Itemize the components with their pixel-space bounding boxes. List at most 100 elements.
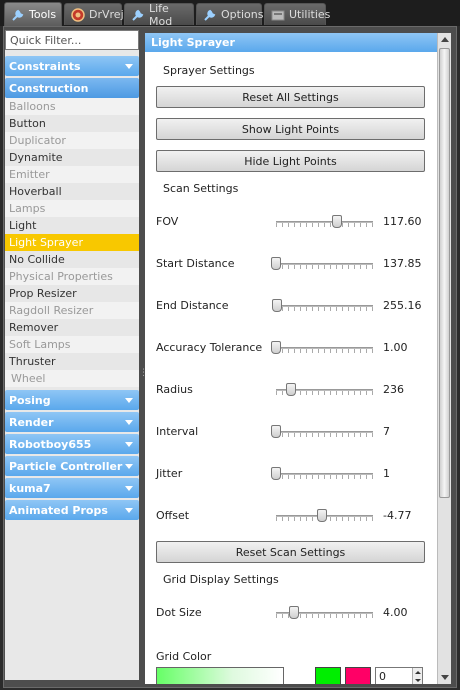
tab-life-mod[interactable]: Life Mod <box>124 2 194 28</box>
tool-item-dynamite[interactable]: Dynamite <box>5 149 139 166</box>
tool-item-lamps[interactable]: Lamps <box>5 200 139 217</box>
category-kuma7[interactable]: kuma7 <box>5 478 139 498</box>
category-render[interactable]: Render <box>5 412 139 432</box>
tool-item-no-collide[interactable]: No Collide <box>5 251 139 268</box>
slider-value: 1.00 <box>383 341 408 354</box>
slider-knob[interactable] <box>271 425 281 438</box>
category-label: Robotboy655 <box>9 437 92 451</box>
slider-value: 4.00 <box>383 606 408 619</box>
slider-value: -4.77 <box>383 509 412 522</box>
category-animated-props[interactable]: Animated Props <box>5 500 139 520</box>
slider-label: Dot Size <box>156 606 202 619</box>
slider-knob[interactable] <box>286 383 296 396</box>
slider-knob[interactable] <box>332 215 342 228</box>
slider-label: Jitter <box>156 467 183 480</box>
slider-value: 137.85 <box>383 257 422 270</box>
hide-light-points-button[interactable]: Hide Light Points <box>156 150 425 172</box>
slider-knob[interactable] <box>271 257 281 270</box>
category-label: kuma7 <box>9 481 51 495</box>
slider-track[interactable] <box>276 431 373 433</box>
wrench-icon <box>132 9 144 21</box>
category-posing[interactable]: Posing <box>5 390 139 410</box>
reset-all-settings-button[interactable]: Reset All Settings <box>156 86 425 108</box>
slider-knob[interactable] <box>317 509 327 522</box>
slider-track[interactable] <box>276 473 373 475</box>
slider-label: FOV <box>156 215 179 228</box>
scroll-up-arrow-icon[interactable] <box>438 33 451 46</box>
construction-tool-items: Balloons Button Duplicator Dynamite Emit… <box>5 98 139 387</box>
tool-item-emitter[interactable]: Emitter <box>5 166 139 183</box>
grid-display-settings-heading: Grid Display Settings <box>163 573 279 586</box>
tool-item-light[interactable]: Light <box>5 217 139 234</box>
tab-label: Utilities <box>289 8 331 21</box>
category-label: Render <box>9 415 54 429</box>
slider-knob[interactable] <box>271 341 281 354</box>
tab-utilities[interactable]: Utilities <box>264 3 330 25</box>
tool-item-prop-resizer[interactable]: Prop Resizer <box>5 285 139 302</box>
tab-bar: Tools DrVrej Life Mod Options Utilities <box>0 0 460 28</box>
sprayer-settings-heading: Sprayer Settings <box>163 64 255 77</box>
slider-ticks <box>276 349 373 353</box>
slider-track[interactable] <box>276 305 373 307</box>
quick-filter-input[interactable] <box>5 30 139 50</box>
category-list: Constraints Construction Balloons Button… <box>5 56 139 522</box>
tool-item-physical-properties[interactable]: Physical Properties <box>5 268 139 285</box>
tool-item-duplicator[interactable]: Duplicator <box>5 132 139 149</box>
tab-label: Tools <box>29 8 57 21</box>
tool-item-ragdoll-resizer[interactable]: Ragdoll Resizer <box>5 302 139 319</box>
slider-ticks <box>276 265 373 269</box>
tool-item-wheel[interactable]: Wheel <box>5 370 139 387</box>
tool-item-balloons[interactable]: Balloons <box>5 98 139 115</box>
slider-value: 1 <box>383 467 390 480</box>
tool-item-remover[interactable]: Remover <box>5 319 139 336</box>
reset-scan-settings-button[interactable]: Reset Scan Settings <box>156 541 425 563</box>
tool-settings-panel: Light Sprayer Sprayer Settings Reset All… <box>145 33 437 684</box>
grid-color-swatch-green[interactable] <box>315 667 341 684</box>
chevron-down-icon <box>125 507 133 513</box>
chevron-down-icon <box>125 485 133 491</box>
tool-item-thruster[interactable]: Thruster <box>5 353 139 370</box>
tool-item-hoverball[interactable]: Hoverball <box>5 183 139 200</box>
category-label: Constraints <box>9 59 81 73</box>
chevron-down-icon <box>125 463 133 469</box>
spinner-arrows-icon[interactable] <box>412 668 422 684</box>
slider-value: 255.16 <box>383 299 422 312</box>
tool-item-soft-lamps[interactable]: Soft Lamps <box>5 336 139 353</box>
slider-value: 236 <box>383 383 404 396</box>
tool-item-light-sprayer[interactable]: Light Sprayer <box>5 234 139 251</box>
slider-label: Radius <box>156 383 193 396</box>
tab-drvrej[interactable]: DrVrej <box>64 3 124 25</box>
slider-label: Start Distance <box>156 257 235 270</box>
chevron-down-icon <box>125 63 133 69</box>
slider-value: 117.60 <box>383 215 422 228</box>
drvrej-logo-icon <box>71 7 85 22</box>
category-robotboy655[interactable]: Robotboy655 <box>5 434 139 454</box>
tool-list-pane: Constraints Construction Balloons Button… <box>5 30 139 680</box>
grid-color-label: Grid Color <box>156 650 212 663</box>
slider-track[interactable] <box>276 263 373 265</box>
panel-scrollbar[interactable] <box>437 33 451 684</box>
tab-options[interactable]: Options <box>196 3 263 25</box>
scan-settings-heading: Scan Settings <box>163 182 239 195</box>
slider-knob[interactable] <box>271 467 281 480</box>
show-light-points-button[interactable]: Show Light Points <box>156 118 425 140</box>
category-constraints[interactable]: Constraints <box>5 56 139 76</box>
scrollbar-thumb[interactable] <box>439 48 450 498</box>
chevron-down-icon <box>125 441 133 447</box>
slider-knob[interactable] <box>289 606 299 619</box>
slider-ticks <box>276 433 373 437</box>
slider-knob[interactable] <box>272 299 282 312</box>
slider-label: End Distance <box>156 299 229 312</box>
tool-item-button[interactable]: Button <box>5 115 139 132</box>
tab-tools[interactable]: Tools <box>4 2 62 26</box>
category-label: Posing <box>9 393 51 407</box>
grid-color-swatch-red[interactable] <box>345 667 371 684</box>
category-construction[interactable]: Construction <box>5 78 139 98</box>
category-particle-controller[interactable]: Particle Controller <box>5 456 139 476</box>
slider-track[interactable] <box>276 221 373 223</box>
slider-track[interactable] <box>276 347 373 349</box>
grid-color-number-field[interactable]: 0 <box>375 667 423 684</box>
scroll-down-arrow-icon[interactable] <box>438 671 451 684</box>
pane-divider-grip[interactable]: ⋮ <box>139 368 148 382</box>
grid-color-gradient-picker[interactable] <box>156 667 284 684</box>
